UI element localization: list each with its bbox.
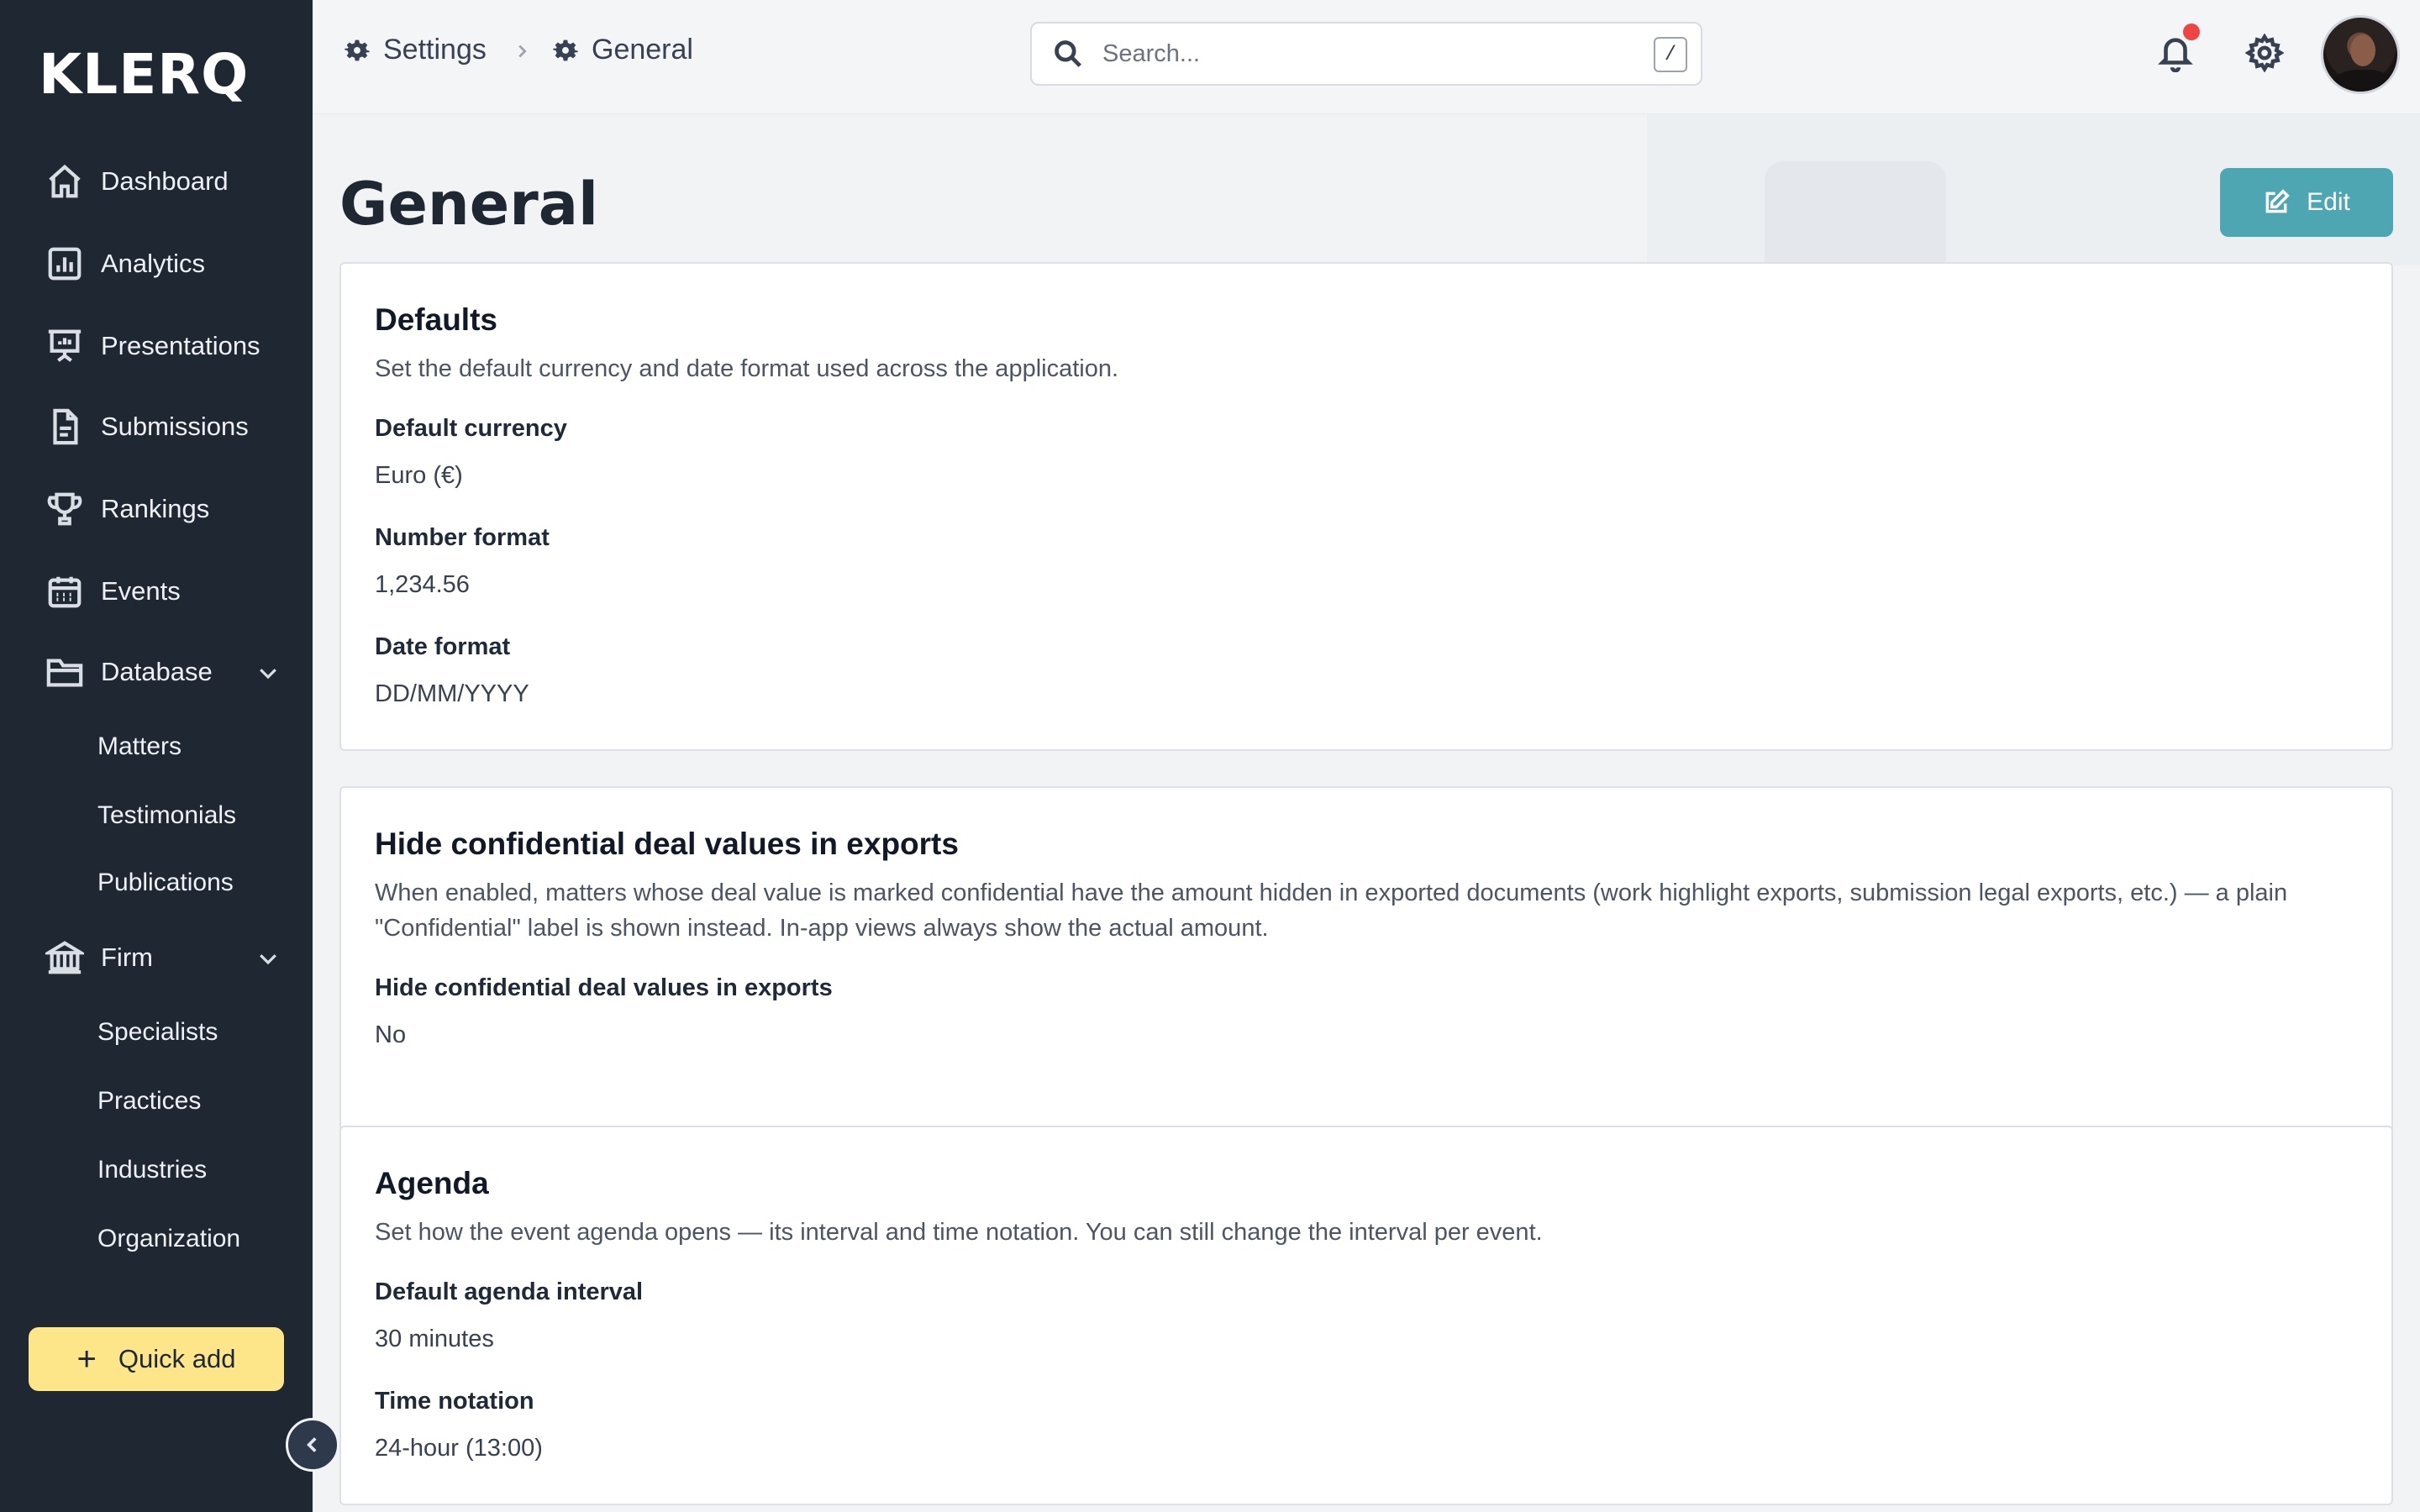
edit-button-label: Edit <box>2307 188 2350 216</box>
breadcrumb-settings[interactable]: Settings <box>345 34 487 66</box>
sidebar-item-dashboard[interactable]: Dashboard <box>29 148 297 215</box>
sidebar-item-presentations[interactable]: Presentations <box>29 312 297 380</box>
sidebar-item-label: Dashboard <box>101 166 229 196</box>
field-label-date-format: Date format <box>375 633 511 660</box>
sidebar-subitem-organization[interactable]: Organization <box>97 1225 240 1253</box>
gear-icon <box>345 39 370 60</box>
quick-add-label: Quick add <box>118 1344 236 1373</box>
folder-icon <box>29 653 101 691</box>
breadcrumb-general: General <box>553 34 693 66</box>
quick-add-button[interactable]: + Quick add <box>29 1327 284 1391</box>
sidebar-subitem-industries[interactable]: Industries <box>97 1156 207 1184</box>
chevron-down-icon[interactable] <box>255 946 281 971</box>
app-logo[interactable]: KLERQ <box>39 42 249 107</box>
gear-icon <box>553 39 578 60</box>
sidebar-item-submissions[interactable]: Submissions <box>29 393 297 460</box>
sidebar-item-database[interactable]: Database <box>29 638 297 706</box>
field-value-date-format: DD/MM/YYYY <box>375 680 529 707</box>
analytics-icon <box>29 244 101 283</box>
search-box[interactable]: / <box>1030 22 1702 86</box>
sidebar-item-label: Rankings <box>101 494 210 523</box>
sidebar: KLERQ Dashboard Analytics Presentations … <box>0 0 313 1512</box>
field-label-default-agenda-interval: Default agenda interval <box>375 1278 644 1305</box>
sidebar-subitem-specialists[interactable]: Specialists <box>97 1018 218 1047</box>
calendar-icon <box>29 572 101 611</box>
chevron-down-icon[interactable] <box>255 660 281 685</box>
confidential-values-card: Hide confidential deal values in exports… <box>339 786 2393 1132</box>
field-label-default-currency: Default currency <box>375 415 567 442</box>
sidebar-item-label: Database <box>101 657 213 686</box>
user-avatar[interactable] <box>2321 15 2400 94</box>
sidebar-item-label: Firm <box>101 942 153 972</box>
top-bar: Settings General / <box>313 0 2420 114</box>
chevron-right-icon <box>513 42 531 65</box>
sidebar-item-label: Events <box>101 576 181 606</box>
field-value-number-format: 1,234.56 <box>375 571 470 598</box>
document-icon <box>29 407 101 446</box>
sidebar-subitem-testimonials[interactable]: Testimonials <box>97 801 236 830</box>
card-title: Defaults <box>375 302 497 337</box>
card-description: Set the default currency and date format… <box>375 355 1119 382</box>
settings-button[interactable] <box>2244 33 2285 73</box>
sidebar-subitem-matters[interactable]: Matters <box>97 732 182 761</box>
sidebar-item-label: Presentations <box>101 331 260 360</box>
notification-badge <box>2183 24 2200 40</box>
field-value-time-notation: 24-hour (13:00) <box>375 1435 543 1462</box>
card-title: Hide confidential deal values in exports <box>375 827 959 861</box>
field-value-hide-confidential: No <box>375 1021 407 1048</box>
search-icon <box>1055 40 1081 67</box>
search-shortcut-key: / <box>1654 37 1687 72</box>
card-description: When enabled, matters whose deal value i… <box>375 879 2288 942</box>
breadcrumb-label: Settings <box>383 34 487 66</box>
sidebar-item-label: Submissions <box>101 412 249 441</box>
sidebar-item-analytics[interactable]: Analytics <box>29 230 297 297</box>
bank-icon <box>29 938 101 977</box>
presentation-icon <box>29 327 101 365</box>
plus-icon: + <box>76 1341 97 1378</box>
breadcrumb-label: General <box>592 34 693 66</box>
field-label-hide-confidential: Hide confidential deal values in exports <box>375 974 833 1001</box>
sidebar-subitem-publications[interactable]: Publications <box>97 869 234 897</box>
edit-button[interactable]: Edit <box>2220 168 2393 237</box>
sidebar-subitem-practices[interactable]: Practices <box>97 1087 201 1116</box>
card-description: Set how the event agenda opens — its int… <box>375 1219 1543 1246</box>
field-value-default-agenda-interval: 30 minutes <box>375 1326 494 1352</box>
home-icon <box>29 162 101 201</box>
defaults-card: Defaults Set the default currency and da… <box>339 262 2393 751</box>
sidebar-item-label: Analytics <box>101 249 206 278</box>
sidebar-item-rankings[interactable]: Rankings <box>29 475 297 543</box>
avatar-shoulders <box>2333 70 2392 92</box>
search-input[interactable] <box>1102 39 1640 68</box>
avatar-face <box>2350 34 2375 66</box>
field-value-default-currency: Euro (€) <box>375 462 463 489</box>
field-label-number-format: Number format <box>375 524 550 551</box>
sidebar-item-firm[interactable]: Firm <box>29 924 297 991</box>
edit-icon <box>2265 189 2290 213</box>
agenda-card: Agenda Set how the event agenda opens — … <box>339 1126 2393 1505</box>
header-decoration-shape <box>1765 161 1946 279</box>
page-title: General <box>339 170 598 239</box>
gear-icon <box>2244 33 2285 73</box>
sidebar-item-events[interactable]: Events <box>29 558 297 625</box>
trophy-icon <box>29 490 101 528</box>
card-title: Agenda <box>375 1166 489 1200</box>
main-content: General Edit Defaults Set the default cu… <box>313 114 2420 1512</box>
field-label-time-notation: Time notation <box>375 1388 534 1415</box>
